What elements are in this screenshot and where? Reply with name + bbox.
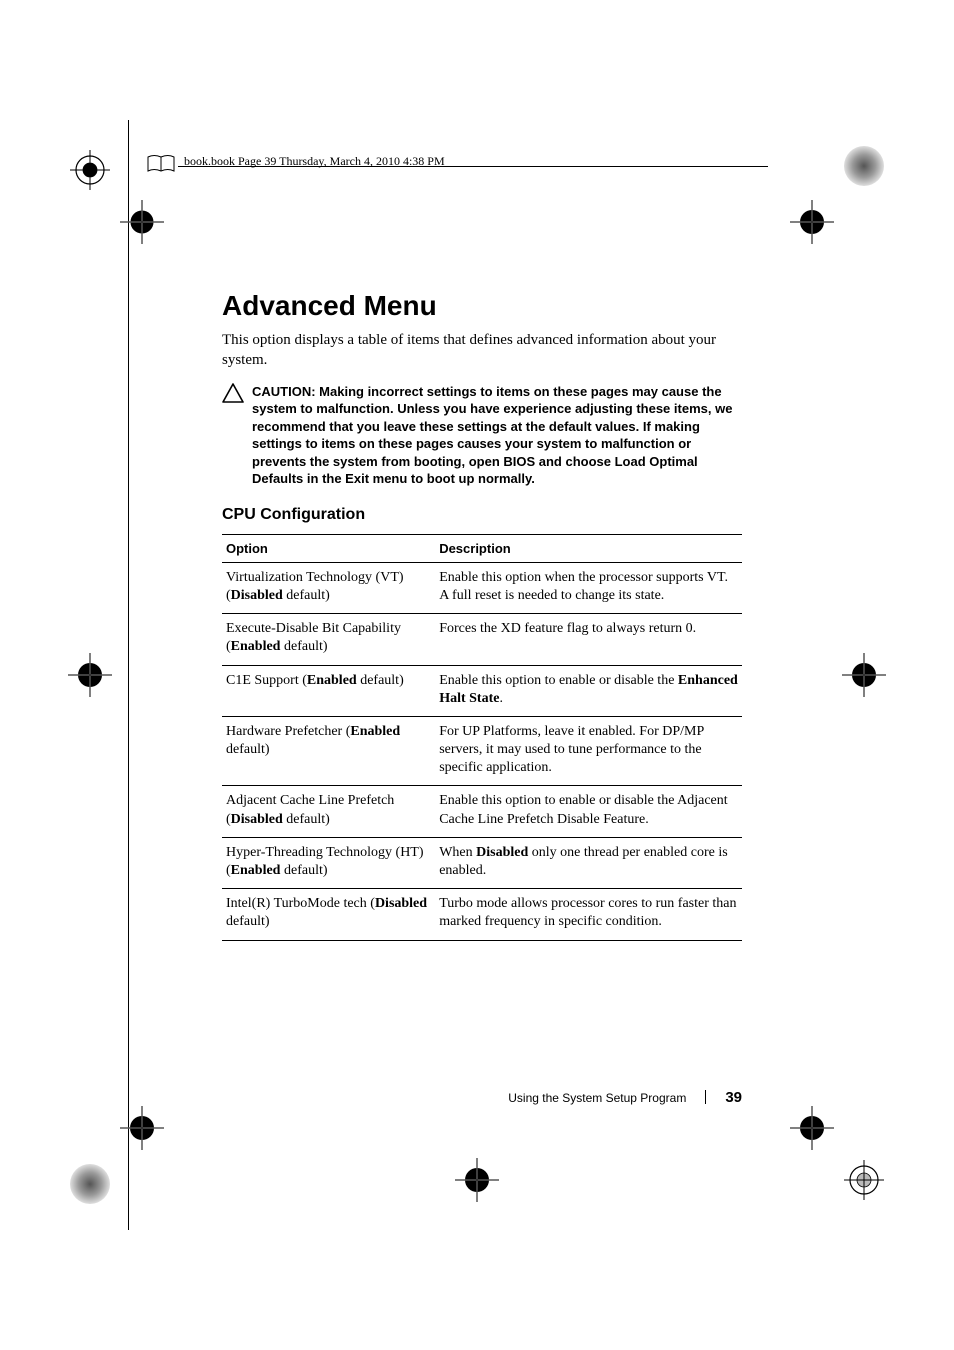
table-row: Adjacent Cache Line Prefetch (Disabled d… [222,786,742,837]
crosshair-icon [120,1106,164,1150]
registration-mark-icon [842,1158,886,1202]
footer-divider [705,1090,706,1104]
crosshair-icon [790,200,834,244]
table-row: Execute-Disable Bit Capability (Enabled … [222,614,742,665]
col-option-header: Option [222,534,435,562]
crosshair-icon [455,1158,499,1202]
col-description-header: Description [435,534,742,562]
options-table: Option Description Virtualization Techno… [222,534,742,941]
option-default-value: Disabled [231,812,283,827]
description-cell: Turbo mode allows processor cores to run… [435,889,742,940]
caution-lead: CAUTION: [252,384,316,399]
option-cell: Adjacent Cache Line Prefetch (Disabled d… [222,786,435,837]
registration-gradient-icon [844,146,884,186]
option-cell: C1E Support (Enabled default) [222,665,435,716]
caution-text: CAUTION: Making incorrect settings to it… [252,383,742,488]
option-default-value: Disabled [375,896,427,911]
caution-block: CAUTION: Making incorrect settings to it… [222,383,742,488]
footer-section: Using the System Setup Program [508,1091,686,1105]
intro-paragraph: This option displays a table of items th… [222,330,742,371]
page-footer: Using the System Setup Program 39 [222,1089,742,1106]
option-cell: Virtualization Technology (VT) (Disabled… [222,562,435,613]
table-row: Intel(R) TurboMode tech (Disabled defaul… [222,889,742,940]
running-head: book.book Page 39 Thursday, March 4, 201… [184,154,445,169]
registration-gradient-icon [70,1164,110,1204]
option-default-value: Enabled [231,639,281,654]
option-default-value: Enabled [350,724,400,739]
registration-mark-icon [68,148,112,192]
crosshair-icon [790,1106,834,1150]
option-cell: Hyper-Threading Technology (HT) (Enabled… [222,837,435,888]
caution-body: Making incorrect settings to items on th… [252,384,732,487]
description-cell: When Disabled only one thread per enable… [435,837,742,888]
option-default-value: Enabled [307,673,357,688]
description-bold-term: Disabled [476,845,528,860]
footer-page-number: 39 [725,1089,742,1106]
option-default-value: Enabled [231,863,281,878]
table-row: Hyper-Threading Technology (HT) (Enabled… [222,837,742,888]
page-title: Advanced Menu [222,290,742,322]
description-cell: Enable this option to enable or disable … [435,665,742,716]
option-cell: Hardware Prefetcher (Enabled default) [222,716,435,786]
section-subhead: CPU Configuration [222,506,742,524]
crosshair-icon [68,653,112,697]
description-bold-term: Enhanced Halt State [439,673,738,706]
caution-icon [222,383,244,403]
description-cell: Enable this option to enable or disable … [435,786,742,837]
table-row: C1E Support (Enabled default)Enable this… [222,665,742,716]
description-cell: Enable this option when the processor su… [435,562,742,613]
crosshair-icon [120,200,164,244]
option-cell: Intel(R) TurboMode tech (Disabled defaul… [222,889,435,940]
description-cell: Forces the XD feature flag to always ret… [435,614,742,665]
crop-line [128,120,129,1230]
book-icon [146,154,176,174]
description-cell: For UP Platforms, leave it enabled. For … [435,716,742,786]
table-row: Virtualization Technology (VT) (Disabled… [222,562,742,613]
option-default-value: Disabled [231,588,283,603]
option-cell: Execute-Disable Bit Capability (Enabled … [222,614,435,665]
table-row: Hardware Prefetcher (Enabled default)For… [222,716,742,786]
crosshair-icon [842,653,886,697]
